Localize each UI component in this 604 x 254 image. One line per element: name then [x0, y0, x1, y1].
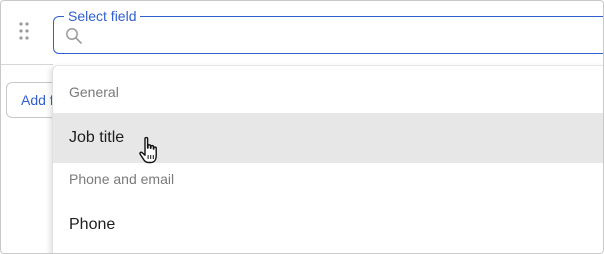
field-dropdown-menu: General Job title Phone and email Phone — [52, 65, 603, 253]
dropdown-item-label: Job title — [69, 129, 125, 146]
field-editor-panel: Add f Select field General Job title Pho… — [0, 0, 604, 254]
dropdown-group-general: General — [69, 84, 119, 100]
select-field-input[interactable]: Select field — [53, 7, 603, 54]
row-divider — [1, 64, 53, 65]
dropdown-group-phone-email: Phone and email — [69, 171, 175, 187]
drag-handle-icon[interactable] — [18, 21, 30, 41]
dropdown-item-label: Phone — [69, 216, 116, 233]
dropdown-item-job-title[interactable]: Job title — [53, 113, 603, 163]
search-icon — [66, 28, 82, 44]
add-field-button-label: Add f — [21, 92, 54, 108]
hand-pointer-cursor-icon — [139, 136, 157, 164]
dropdown-item-phone[interactable]: Phone — [53, 200, 603, 250]
select-field-legend: Select field — [64, 7, 141, 25]
